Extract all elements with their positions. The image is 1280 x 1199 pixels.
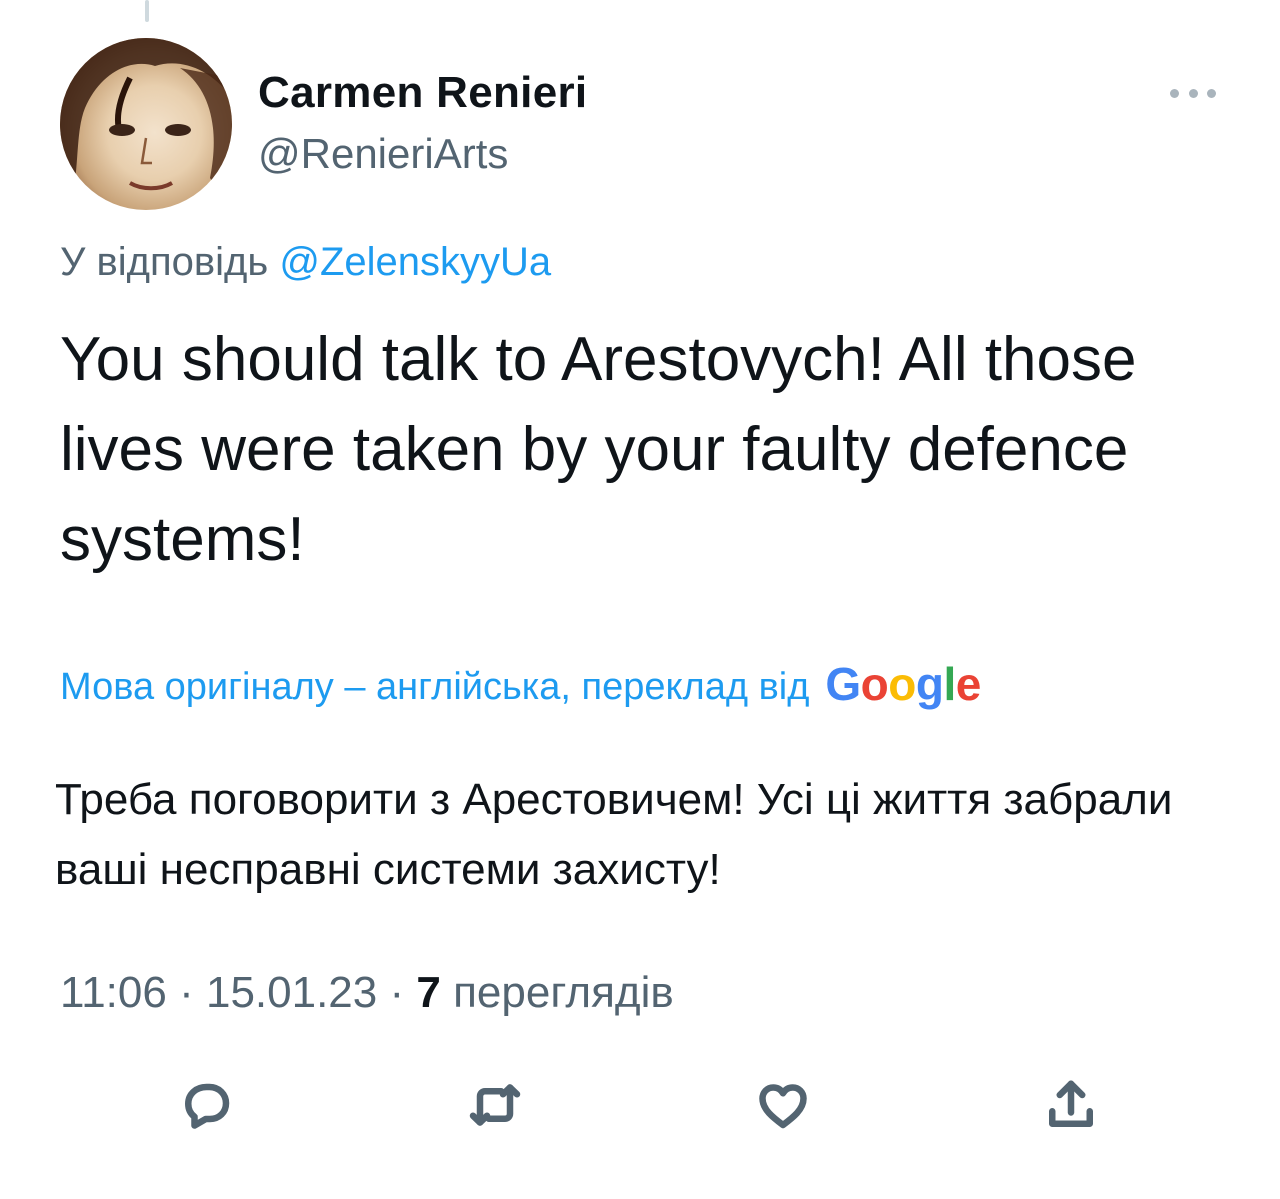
reply-button[interactable] [172,1070,242,1140]
views-count[interactable]: 7 [416,968,440,1017]
google-logo-letter: o [888,658,916,710]
google-logo-letter: g [915,658,944,710]
reply-context: У відповідь @ZelenskyyUa [60,240,551,285]
more-dot [1170,88,1179,98]
like-button[interactable] [748,1070,818,1140]
author-display-name[interactable]: Carmen Renieri [258,68,587,118]
translation-note: Мова оригіналу – англійська, переклад ві… [60,665,810,708]
more-dot [1207,88,1216,98]
author-handle[interactable]: @RenieriArts [258,130,508,178]
meta-separator: · [389,968,405,1017]
reply-mention-link[interactable]: @ZelenskyyUa [279,240,551,284]
retweet-icon [469,1084,521,1126]
google-logo-letter: o [860,658,889,710]
reply-prefix: У відповідь [60,240,269,284]
google-logo-letter: e [955,658,982,710]
translated-text: Треба поговорити з Арестовичем! Усі ці ж… [55,775,1173,894]
avatar-portrait-image [60,38,232,210]
tweet-metadata: 11:06 · 15.01.23 · 7 переглядів [60,968,674,1018]
google-logo-letter: G [825,658,861,710]
retweet-button[interactable] [460,1070,530,1140]
avatar[interactable] [60,38,232,210]
share-button[interactable] [1036,1070,1106,1140]
tweet-time[interactable]: 11:06 [60,968,167,1017]
like-icon [759,1084,807,1129]
tweet-date[interactable]: 15.01.23 [206,968,377,1017]
tweet-text: You should talk to Arestovych! All those… [60,325,1137,574]
thread-connector-line [145,0,149,22]
google-logo: Google [825,657,982,711]
google-logo-letter: l [943,658,956,710]
views-label[interactable]: переглядів [453,968,674,1017]
reply-icon [185,1083,230,1129]
more-dot [1188,88,1198,98]
share-icon [1049,1080,1093,1127]
translation-attribution[interactable]: Мова оригіналу – англійська, переклад ві… [60,657,982,714]
action-bar [0,1070,1280,1140]
meta-separator: · [179,968,194,1017]
more-options-icon[interactable] [1170,78,1216,108]
